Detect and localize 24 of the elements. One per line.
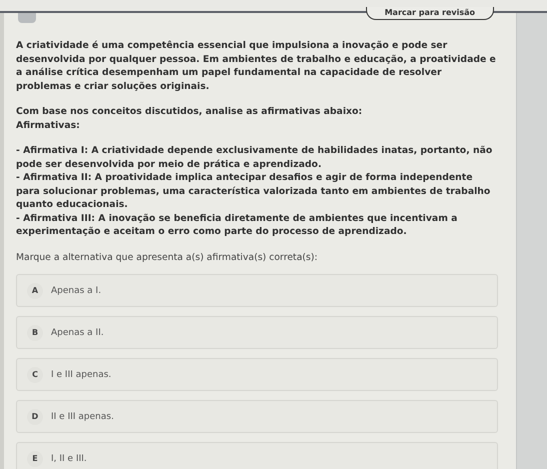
option-letter: A: [27, 282, 43, 298]
statement-text: - Afirmativa III: A inovação se beneficia diretamente de ambientes que incentivam a experimentação e aceitam o erro como parte do processo de aprendizado.: [16, 212, 458, 238]
instruction-text: Marque a alternativa que apresenta a(s) afirmativa(s) correta(s):: [16, 250, 318, 264]
option-text: Apenas a II.: [51, 328, 104, 338]
option-letter: E: [27, 450, 43, 466]
answer-option[interactable]: C I e III apenas.: [16, 358, 498, 391]
answer-option[interactable]: A Apenas a I.: [16, 274, 498, 307]
option-text: Apenas a I.: [51, 286, 102, 296]
option-letter: C: [27, 366, 43, 382]
nav-button[interactable]: [18, 13, 36, 23]
option-text: I e III apenas.: [51, 370, 112, 380]
question-text: A criatividade é uma competência essencial que impulsiona a inovação e pode ser desenvolvida por qualquer pessoa. Em ambientes de trabalho e educação, a proatividade e a análise crítica desempenham um papel fundamental na capacidade de resolver problemas e criar soluções originais.: [16, 39, 496, 93]
option-letter: B: [27, 324, 43, 340]
prompt-text: Com base nos conceitos discutidos, analise as afirmativas abaixo:: [16, 105, 364, 118]
review-button[interactable]: Marcar para revisão: [366, 7, 494, 20]
option-text: I, II e III.: [51, 454, 87, 464]
option-text: II e III apenas.: [51, 412, 114, 422]
statement-text: - Afirmativa II: A proatividade implica antecipar desafios e agir de forma independente para solucionar problemas, uma característica valorizada tanto em ambientes de trabalho quanto educacionais.: [16, 171, 492, 212]
answer-option[interactable]: E I, II e III.: [16, 442, 498, 469]
statement-text: - Afirmativa I: A criatividade depende exclusivamente de habilidades inatas, portanto, não pode ser desenvolvida por meio de prática e aprendizado.: [16, 144, 494, 171]
answer-option[interactable]: B Apenas a II.: [16, 316, 498, 349]
statements-title: Afirmativas:: [16, 118, 81, 132]
option-letter: D: [27, 408, 43, 424]
answer-option[interactable]: D II e III apenas.: [16, 400, 498, 433]
